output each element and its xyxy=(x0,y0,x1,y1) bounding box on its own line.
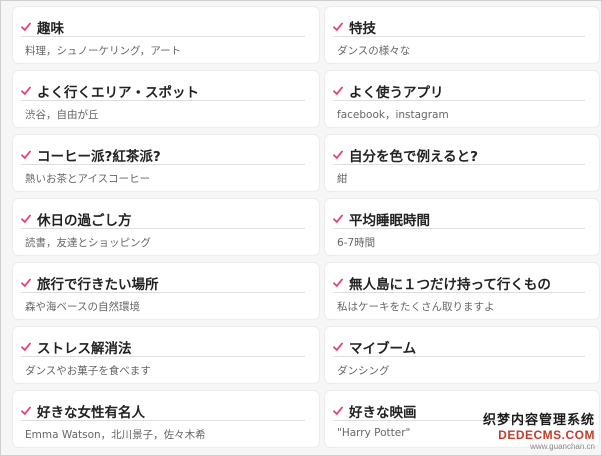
card-title: 平均睡眠時間 xyxy=(349,213,430,229)
card-title: 好きな女性有名人 xyxy=(37,405,145,421)
card-title-row: 旅行で行きたい場所 xyxy=(21,273,309,293)
divider xyxy=(21,228,305,229)
card-title-row: 休日の過ごし方 xyxy=(21,209,309,229)
divider xyxy=(333,100,585,101)
watermark-line2: DEDECMS.COM xyxy=(498,428,595,442)
divider xyxy=(333,356,585,357)
card-title: マイブーム xyxy=(349,341,417,357)
card-title-row: 平均睡眠時間 xyxy=(333,209,589,229)
profile-card: 好きな女性有名人 Emma Watson，北川景子，佐々木希 xyxy=(13,391,319,447)
profile-card: よく行くエリア・スポット渋谷，自由が丘 xyxy=(13,71,319,127)
watermark-logo: 织梦内容管理系统 DEDECMS.COM www.guanchan.cn xyxy=(483,409,595,451)
card-value: 森や海ベースの自然環境 xyxy=(25,301,140,313)
profile-card: マイブームダンシング xyxy=(325,327,599,383)
check-icon xyxy=(21,342,31,351)
card-value: 読書，友達とショッピング xyxy=(25,237,151,249)
divider xyxy=(21,100,305,101)
card-title: 休日の過ごし方 xyxy=(37,213,132,229)
card-value: 料理，シュノーケリング，アート xyxy=(25,45,182,57)
divider xyxy=(21,356,305,357)
check-icon xyxy=(21,150,31,159)
card-title-row: 無人島に１つだけ持って行くもの xyxy=(333,273,589,293)
card-title-row: よく行くエリア・スポット xyxy=(21,81,309,101)
divider xyxy=(21,292,305,293)
card-title-row: 自分を色で例えると? xyxy=(333,145,589,165)
check-icon xyxy=(333,86,343,95)
divider xyxy=(333,228,585,229)
profile-card: 趣味料理，シュノーケリング，アート xyxy=(13,7,319,63)
card-title: 趣味 xyxy=(37,21,64,37)
card-title-row: 好きな女性有名人 xyxy=(21,401,309,421)
card-value: ダンスの様々な xyxy=(337,45,411,57)
check-icon xyxy=(333,342,343,351)
card-value: 熱いお茶とアイスコーヒー xyxy=(25,173,151,185)
profile-card: よく使うアプリ facebook，instagram xyxy=(325,71,599,127)
divider xyxy=(333,36,585,37)
check-icon xyxy=(21,406,31,415)
card-value: facebook，instagram xyxy=(337,109,449,121)
profile-card: 特技ダンスの様々な xyxy=(325,7,599,63)
card-title-row: 趣味 xyxy=(21,17,309,37)
card-title: 無人島に１つだけ持って行くもの xyxy=(349,277,551,293)
card-title-row: ストレス解消法 xyxy=(21,337,309,357)
divider xyxy=(333,292,585,293)
profile-card: 休日の過ごし方読書，友達とショッピング xyxy=(13,199,319,255)
profile-card: 旅行で行きたい場所森や海ベースの自然環境 xyxy=(13,263,319,319)
profile-card: 平均睡眠時間 6-7時間 xyxy=(325,199,599,255)
card-value: 紺 xyxy=(337,173,348,185)
card-title: 好きな映画 xyxy=(349,405,417,421)
profile-card: 無人島に１つだけ持って行くもの私はケーキをたくさん取りますよ xyxy=(325,263,599,319)
profile-card: ストレス解消法ダンスやお菓子を食べます xyxy=(13,327,319,383)
check-icon xyxy=(21,22,31,31)
card-value: ダンシング xyxy=(337,365,390,377)
card-value: 渋谷，自由が丘 xyxy=(25,109,99,121)
check-icon xyxy=(21,86,31,95)
check-icon xyxy=(333,214,343,223)
profile-card: 自分を色で例えると? 紺 xyxy=(325,135,599,191)
check-icon xyxy=(21,278,31,287)
card-title-row: コーヒー派?紅茶派? xyxy=(21,145,309,165)
card-value: ダンスやお菓子を食べます xyxy=(25,365,151,377)
check-icon xyxy=(333,22,343,31)
card-title: 自分を色で例えると? xyxy=(349,149,478,165)
watermark-line3: www.guanchan.cn xyxy=(530,442,595,451)
card-title-row: 特技 xyxy=(333,17,589,37)
card-title-row: マイブーム xyxy=(333,337,589,357)
card-title-row: よく使うアプリ xyxy=(333,81,589,101)
watermark-line1: 织梦内容管理系统 xyxy=(482,412,595,427)
divider xyxy=(333,164,585,165)
check-icon xyxy=(333,278,343,287)
profile-card: コーヒー派?紅茶派? 熱いお茶とアイスコーヒー xyxy=(13,135,319,191)
card-title: よく使うアプリ xyxy=(349,85,444,101)
card-value: 私はケーキをたくさん取りますよ xyxy=(337,301,495,313)
profile-grid: 趣味 料理，シュノーケリング，アート 特技 ダンスの様々な よく行くエリア・スポット 渋谷… xyxy=(13,7,599,447)
check-icon xyxy=(21,214,31,223)
divider xyxy=(21,420,305,421)
card-title: 特技 xyxy=(349,21,376,37)
card-value: Emma Watson，北川景子，佐々木希 xyxy=(25,429,206,441)
card-title: コーヒー派?紅茶派? xyxy=(37,149,161,165)
check-icon xyxy=(333,406,343,415)
check-icon xyxy=(333,150,343,159)
card-title: ストレス解消法 xyxy=(37,341,132,357)
card-title: よく行くエリア・スポット xyxy=(37,85,199,101)
divider xyxy=(21,36,305,37)
card-value: 6-7時間 xyxy=(337,237,376,249)
page-frame: 趣味 料理，シュノーケリング，アート 特技 ダンスの様々な よく行くエリア・スポット 渋谷… xyxy=(0,0,602,456)
card-title: 旅行で行きたい場所 xyxy=(37,277,159,293)
divider xyxy=(21,164,305,165)
